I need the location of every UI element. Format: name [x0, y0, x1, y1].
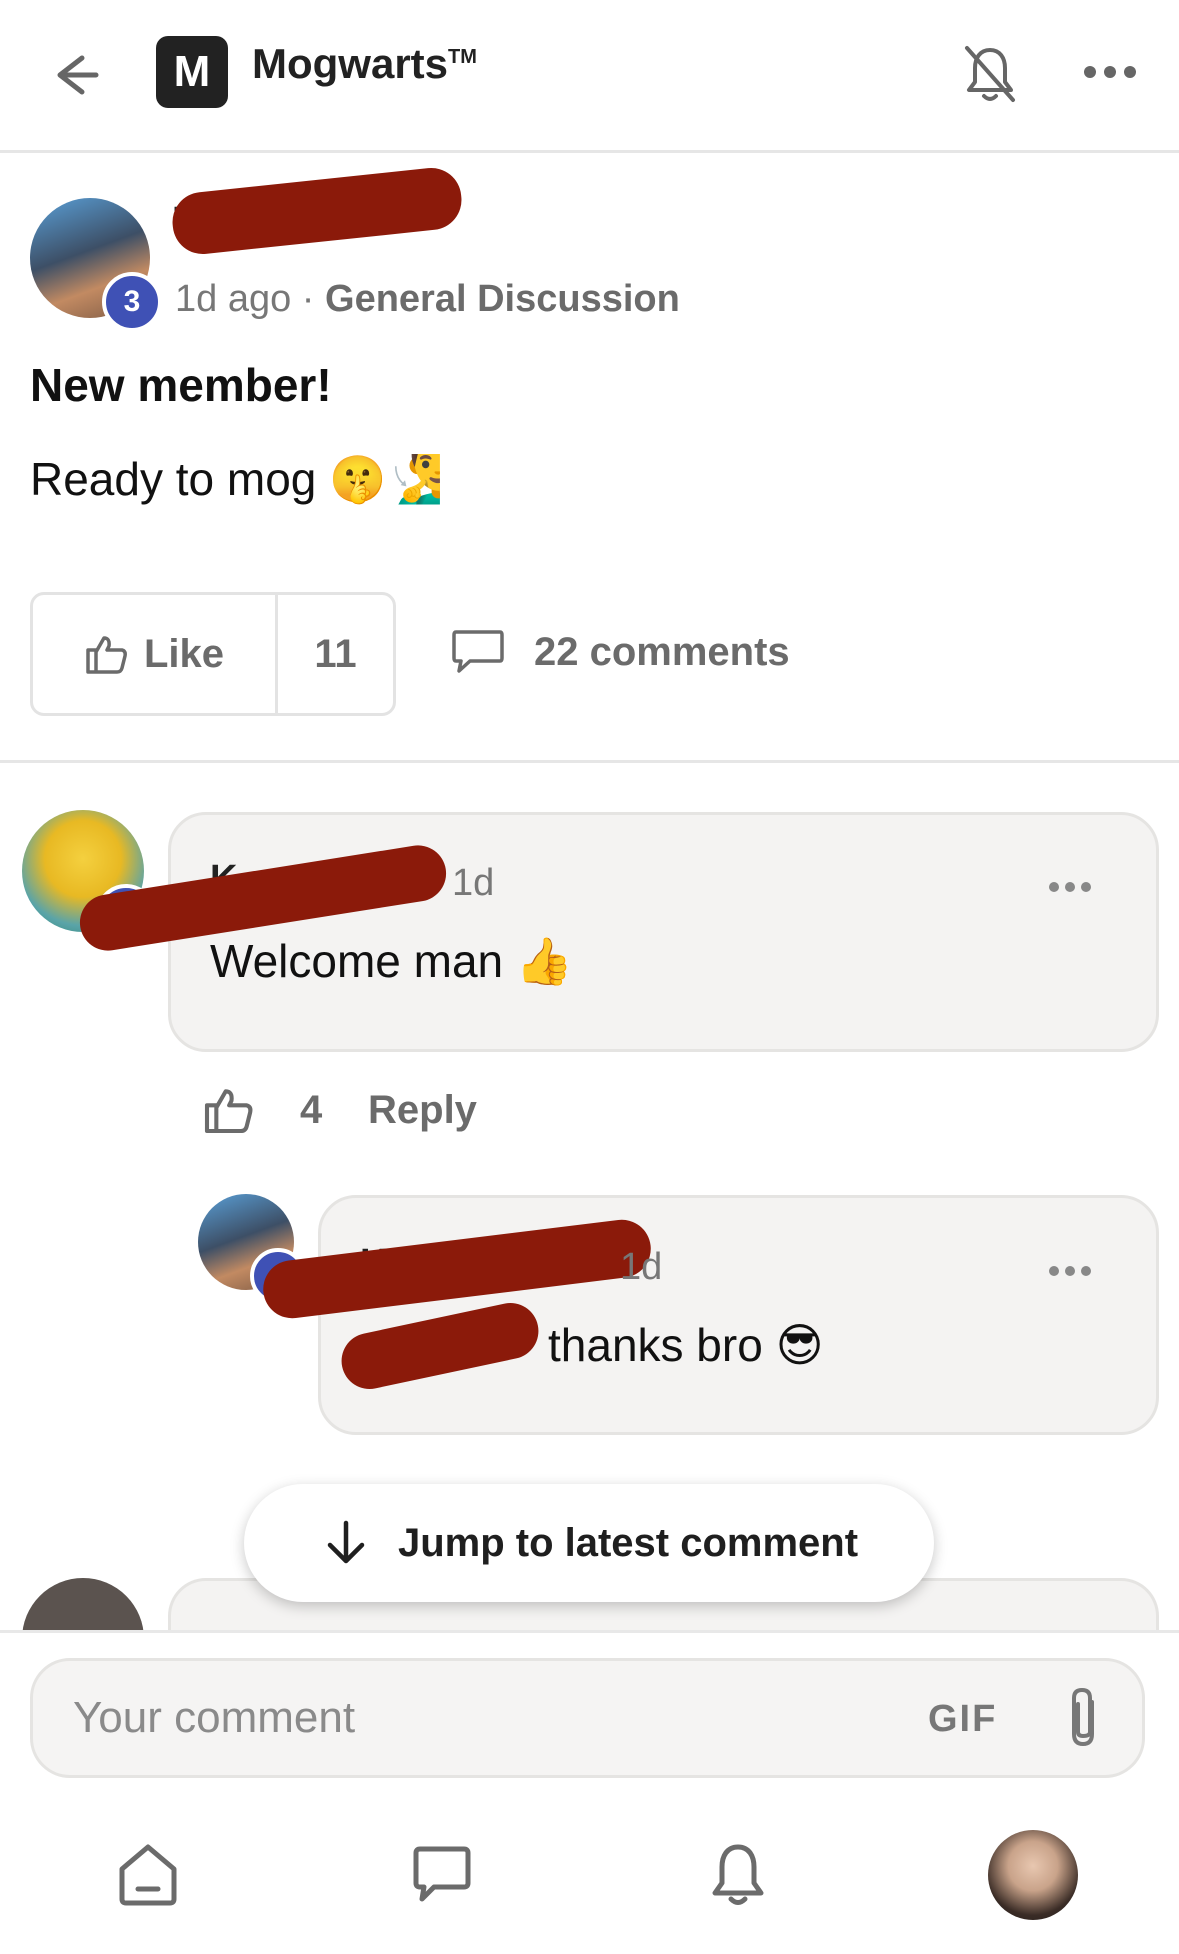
comment-like-count: 4	[300, 1088, 323, 1132]
jump-label: Jump to latest comment	[397, 1520, 859, 1565]
like-button[interactable]: Like	[33, 595, 273, 713]
notifications-toggle-button[interactable]	[955, 38, 1025, 108]
divider	[0, 760, 1179, 763]
comments-button[interactable]: 22 comments	[450, 620, 790, 684]
back-button[interactable]	[40, 40, 110, 110]
level-badge: 3	[102, 272, 162, 332]
like-count[interactable]: 11	[278, 595, 393, 713]
comment-time: 1d	[452, 862, 495, 904]
reply-time: 1d	[620, 1246, 663, 1288]
more-horizontal-icon	[1049, 1266, 1091, 1276]
group-name-text: Mogwarts	[252, 40, 449, 87]
reply-more-button[interactable]	[1040, 1256, 1100, 1286]
reply-button[interactable]: Reply	[368, 1088, 477, 1133]
more-options-button[interactable]	[1080, 52, 1140, 92]
post-meta: 1d ago · General Discussion	[175, 278, 680, 320]
reply-text: thanks bro 😎	[548, 1319, 824, 1371]
attach-button[interactable]	[1058, 1684, 1108, 1754]
post-title: New member!	[30, 359, 332, 411]
logo-letter: M	[173, 47, 211, 96]
paperclip-icon	[1072, 1687, 1094, 1747]
comment-icon	[452, 630, 504, 673]
comments-label: 22 comments	[534, 629, 790, 674]
nav-profile-avatar[interactable]	[988, 1830, 1078, 1920]
bell-icon	[712, 1844, 764, 1905]
arrow-down-icon	[327, 1520, 365, 1564]
thumbs-up-icon	[204, 1089, 253, 1134]
jump-to-latest-button[interactable]: Jump to latest comment	[244, 1484, 934, 1602]
more-horizontal-icon	[1084, 66, 1136, 78]
nav-chat-button[interactable]	[402, 1835, 482, 1915]
comment-more-button[interactable]	[1040, 872, 1100, 902]
post-body: Ready to mog 🤫🧏‍♂️	[30, 453, 444, 505]
group-name[interactable]: MogwartsTM	[252, 40, 477, 88]
like-group: Like 11	[30, 592, 396, 716]
home-icon	[119, 1844, 177, 1906]
post-time: 1d ago	[175, 278, 292, 320]
thumbs-up-icon	[86, 636, 127, 674]
redaction-scribble	[169, 165, 465, 257]
comment-bubble	[168, 812, 1159, 1052]
nav-notifications-button[interactable]	[698, 1835, 778, 1915]
reply-bubble	[318, 1195, 1159, 1435]
arrow-left-icon	[57, 55, 99, 95]
bell-off-icon	[965, 46, 1015, 102]
chat-icon	[413, 1846, 471, 1902]
trademark-mark: TM	[448, 46, 477, 68]
group-logo[interactable]: M	[156, 36, 228, 108]
comment-like-button[interactable]	[200, 1082, 260, 1138]
post-category[interactable]: General Discussion	[325, 278, 680, 320]
more-horizontal-icon	[1049, 882, 1091, 892]
gif-button[interactable]: GIF	[928, 1698, 997, 1741]
like-label: Like	[143, 631, 225, 676]
comment-text: Welcome man 👍	[210, 935, 574, 987]
nav-home-button[interactable]	[108, 1835, 188, 1915]
